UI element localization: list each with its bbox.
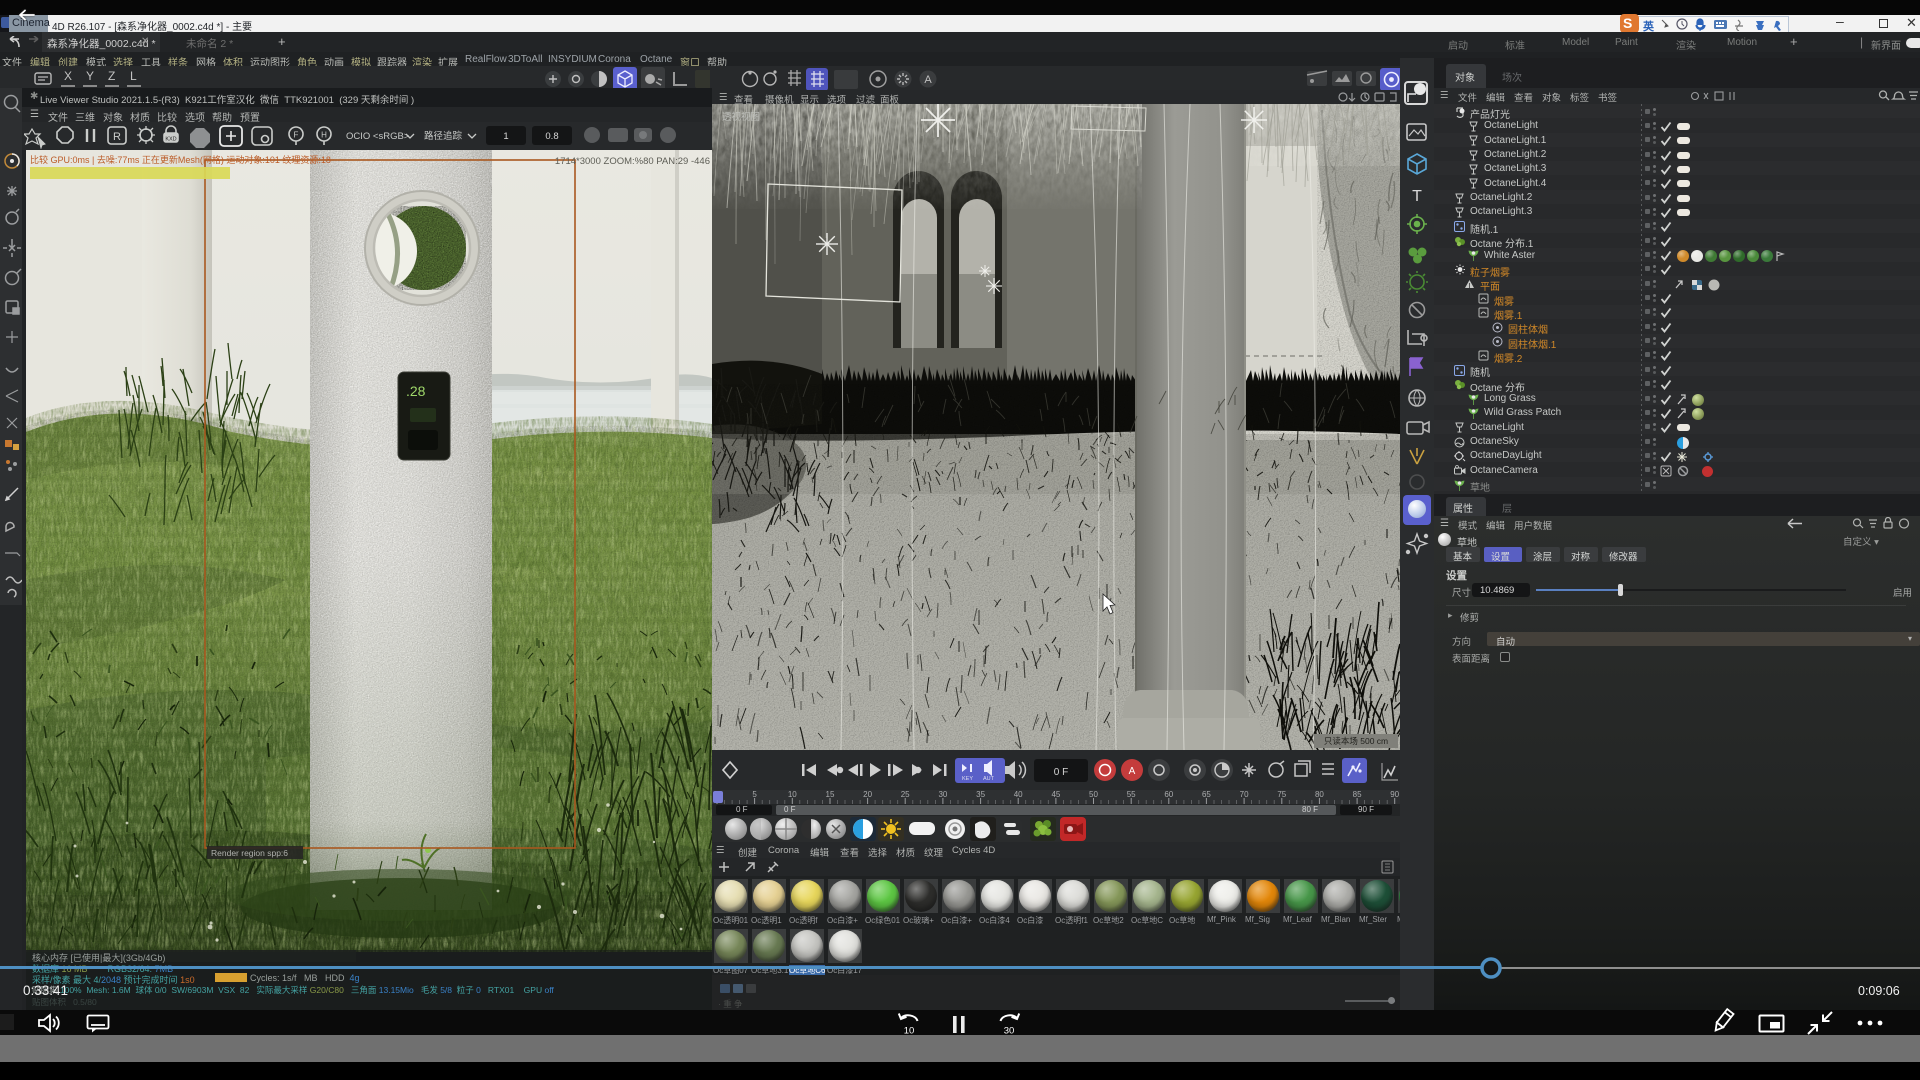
svg-text:OCIO <sRGB>: OCIO <sRGB> bbox=[346, 131, 410, 142]
svg-text:1: 1 bbox=[503, 131, 508, 142]
svg-text:50: 50 bbox=[1089, 790, 1098, 799]
svg-text:90: 90 bbox=[1390, 790, 1399, 799]
svg-text:30: 30 bbox=[1004, 1026, 1015, 1036]
svg-text:70: 70 bbox=[1240, 790, 1249, 799]
svg-text:80: 80 bbox=[1315, 790, 1324, 799]
svg-text:F: F bbox=[294, 131, 299, 140]
svg-text:75: 75 bbox=[1277, 790, 1286, 799]
svg-text:路径追踪: 路径追踪 bbox=[424, 130, 463, 142]
svg-text:Render region spp:6: Render region spp:6 bbox=[211, 848, 288, 858]
svg-text:比较 GPU:0ms | 去噪:77ms 正在更新Mesh: 比较 GPU:0ms | 去噪:77ms 正在更新Mesh(网格) 运动对象:1… bbox=[30, 154, 331, 165]
svg-text:KXD: KXD bbox=[165, 137, 176, 143]
svg-text:A: A bbox=[924, 74, 932, 86]
svg-text:1714*3000 ZOOM:%80 PAN:29 -44: 1714*3000 ZOOM:%80 PAN:29 -446 bbox=[555, 156, 710, 167]
svg-text:.28: .28 bbox=[406, 383, 426, 399]
svg-text:30: 30 bbox=[938, 790, 947, 799]
svg-text:5: 5 bbox=[752, 790, 757, 799]
svg-text:60: 60 bbox=[1164, 790, 1173, 799]
svg-text:只读本场 500 cm: 只读本场 500 cm bbox=[1324, 736, 1388, 746]
svg-text:10: 10 bbox=[788, 790, 797, 799]
svg-text:0 F: 0 F bbox=[1054, 767, 1068, 778]
svg-text:65: 65 bbox=[1202, 790, 1211, 799]
svg-text:R: R bbox=[113, 131, 121, 143]
svg-text:KEY: KEY bbox=[962, 776, 973, 782]
svg-text:T: T bbox=[1412, 188, 1422, 205]
svg-text:55: 55 bbox=[1127, 790, 1136, 799]
svg-text:85: 85 bbox=[1353, 790, 1362, 799]
svg-text:0.8: 0.8 bbox=[545, 131, 558, 142]
svg-text:A: A bbox=[1129, 766, 1136, 777]
svg-text:透视视图: 透视视图 bbox=[722, 111, 760, 123]
svg-text:15: 15 bbox=[826, 790, 835, 799]
svg-text:25: 25 bbox=[901, 790, 910, 799]
svg-text:40: 40 bbox=[1014, 790, 1023, 799]
svg-text:45: 45 bbox=[1051, 790, 1060, 799]
svg-text:H: H bbox=[321, 131, 327, 140]
svg-text:10: 10 bbox=[904, 1026, 915, 1036]
svg-text:20: 20 bbox=[863, 790, 872, 799]
svg-text:35: 35 bbox=[976, 790, 985, 799]
svg-text:AUT: AUT bbox=[983, 776, 995, 782]
